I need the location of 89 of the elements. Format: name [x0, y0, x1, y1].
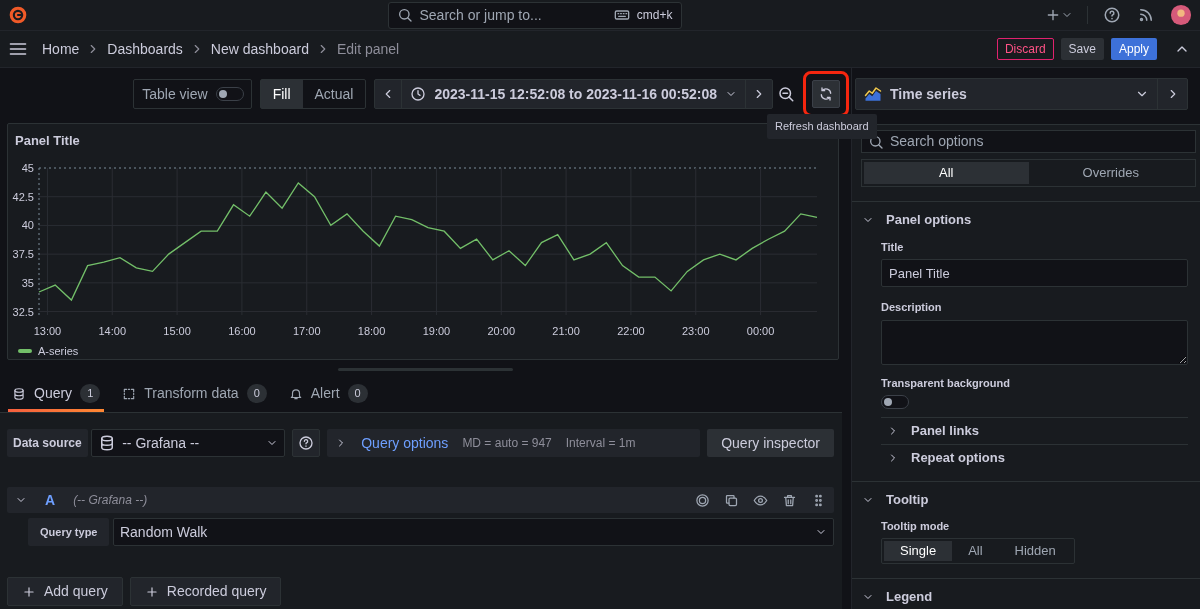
- count-badge: 1: [80, 384, 101, 403]
- input-field[interactable]: Panel Title: [881, 259, 1188, 288]
- radio-option[interactable]: Single: [884, 541, 953, 562]
- clock-icon: [410, 86, 427, 103]
- discard-button[interactable]: Discard: [996, 38, 1054, 61]
- field-label: Title: [881, 239, 905, 255]
- transform-icon: [122, 386, 137, 401]
- save-button[interactable]: Save: [1060, 38, 1104, 61]
- query-options-link[interactable]: Query options: [361, 432, 449, 454]
- axis-label: 40: [21, 219, 34, 232]
- help-icon[interactable]: [1103, 6, 1121, 25]
- segment-option[interactable]: Fill: [260, 80, 303, 109]
- axis-label: 45: [21, 161, 34, 174]
- axis-label: 00:00: [746, 324, 775, 337]
- database-icon: [12, 386, 26, 401]
- count-badge: 0: [347, 384, 368, 403]
- help-icon: [298, 435, 315, 452]
- axis-label: 20:00: [487, 324, 516, 337]
- resize-handle[interactable]: [338, 367, 513, 371]
- copy-icon[interactable]: [724, 492, 739, 508]
- field-label: Transparent background: [881, 375, 1011, 391]
- segment-option[interactable]: Actual: [302, 80, 366, 109]
- query-inspector-button[interactable]: Query inspector: [707, 429, 834, 458]
- axis-label: 17:00: [293, 324, 321, 337]
- radio-option[interactable]: All: [952, 541, 999, 562]
- toggle-switch[interactable]: [881, 395, 909, 410]
- plus-icon: [144, 584, 159, 599]
- data-source-select[interactable]: -- Grafana --: [91, 429, 286, 458]
- legend-label[interactable]: A-series: [38, 342, 79, 360]
- apply-button[interactable]: Apply: [1110, 38, 1157, 61]
- trash-icon[interactable]: [782, 492, 797, 508]
- interval-text: Interval = 1m: [565, 435, 636, 453]
- toggle-label: Table view: [141, 84, 209, 104]
- search-field[interactable]: Search options: [861, 130, 1196, 154]
- zoom-out-icon[interactable]: [777, 85, 795, 104]
- plus-icon: [22, 584, 36, 599]
- axis-label: 23:00: [682, 324, 710, 337]
- search-field[interactable]: Search or jump to... cmd+k: [387, 1, 682, 29]
- search-icon: [396, 7, 413, 24]
- field-label: Description: [881, 300, 943, 316]
- field-label: Query type: [28, 518, 110, 547]
- tab[interactable]: Overrides: [1028, 162, 1193, 185]
- add-query-button[interactable]: Add query: [7, 577, 123, 607]
- bell-icon: [288, 386, 303, 401]
- axis-label: 16:00: [228, 324, 256, 337]
- axis-label: 35: [21, 276, 34, 289]
- data-source-text: (-- Grafana --): [73, 492, 148, 510]
- axis-label: 42.5: [12, 190, 34, 203]
- subsection-header[interactable]: Repeat options: [881, 444, 1188, 472]
- axis-label: 14:00: [98, 324, 127, 337]
- radio-option[interactable]: Hidden: [998, 541, 1072, 562]
- eye-icon[interactable]: [753, 492, 768, 508]
- logo-icon: [8, 5, 28, 26]
- time-series-icon: [864, 85, 882, 104]
- avatar-icon[interactable]: [1170, 4, 1192, 27]
- axis-label: 13:00: [33, 324, 62, 337]
- axis-label: 32.5: [12, 305, 34, 318]
- tooltip: Refresh dashboard: [767, 114, 877, 139]
- axis-label: 21:00: [552, 324, 580, 337]
- refresh-button[interactable]: [812, 80, 840, 109]
- toggle-switch[interactable]: [215, 87, 244, 102]
- axis-label: 19:00: [422, 324, 451, 337]
- tab[interactable]: Alert 0: [284, 378, 372, 413]
- axis-label: 15:00: [163, 324, 191, 337]
- panel-title: Panel Title: [15, 132, 80, 151]
- recorded-query-button[interactable]: Recorded query: [129, 577, 282, 607]
- breadcrumb-link[interactable]: Dashboards: [107, 38, 183, 60]
- field-label: Tooltip mode: [881, 518, 951, 534]
- axis-label: 18:00: [357, 324, 386, 337]
- help-button[interactable]: [292, 429, 321, 458]
- query-type-select[interactable]: Random Walk: [112, 518, 834, 547]
- section-header[interactable]: Tooltip: [862, 488, 929, 512]
- axis-label: 22:00: [617, 324, 645, 337]
- breadcrumb-link[interactable]: New dashboard: [210, 38, 309, 60]
- axis-label: 37.5: [12, 247, 34, 260]
- tab[interactable]: Query 1: [8, 378, 105, 413]
- count-badge: 0: [246, 384, 267, 403]
- max-data-points: MD = auto = 947: [462, 435, 552, 453]
- section-header[interactable]: Panel options: [862, 208, 972, 232]
- section-header[interactable]: Legend: [862, 585, 933, 609]
- target-icon[interactable]: [695, 492, 710, 508]
- subsection-header[interactable]: Panel links: [881, 417, 1188, 445]
- query-name: A: [45, 490, 56, 510]
- refresh-icon: [818, 86, 834, 103]
- tab[interactable]: Transform data 0: [118, 378, 271, 413]
- tab[interactable]: All: [864, 162, 1029, 185]
- field-label: Data source: [7, 429, 88, 458]
- shortcut-hint: cmd+k: [636, 7, 673, 25]
- breadcrumb-link[interactable]: Home: [42, 38, 80, 60]
